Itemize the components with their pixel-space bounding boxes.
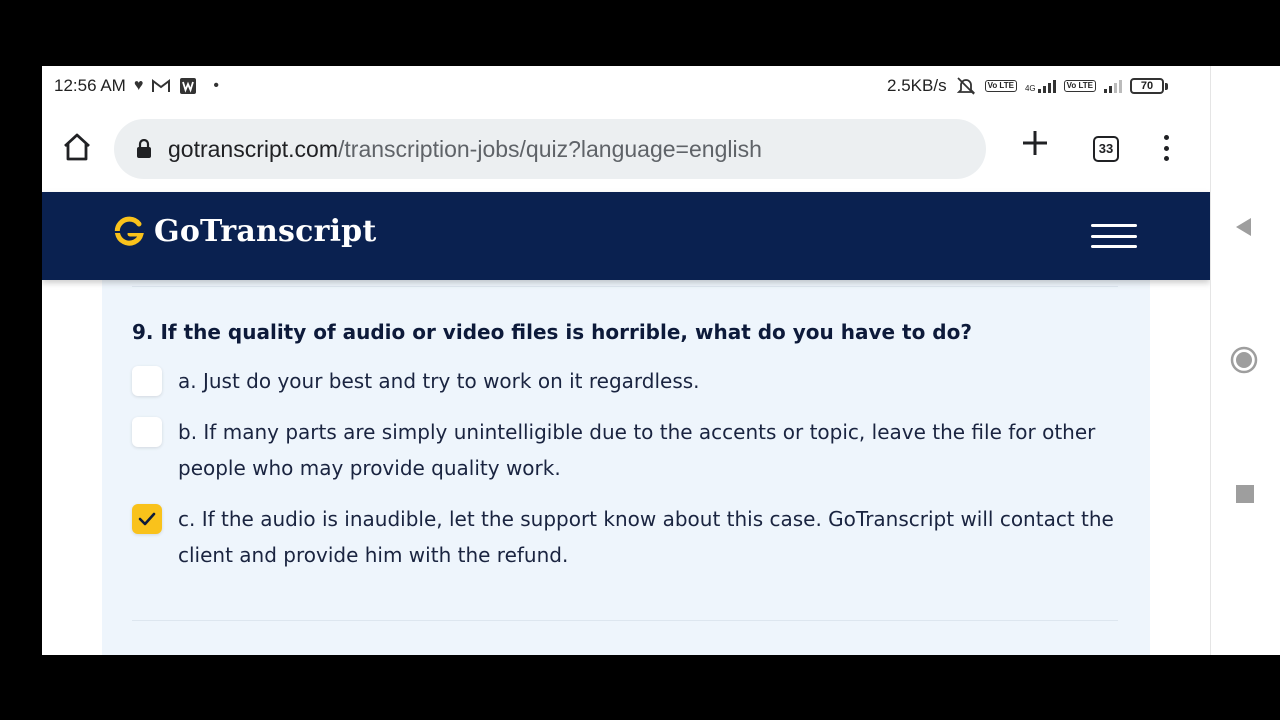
status-time: 12:56 AM xyxy=(54,76,126,95)
url-host: gotranscript.com xyxy=(168,135,339,162)
recents-square-icon[interactable] xyxy=(1236,485,1254,503)
signal-bars-2 xyxy=(1104,79,1122,93)
hamburger-menu-icon[interactable] xyxy=(1091,224,1137,248)
question-card: 9. If the quality of audio or video file… xyxy=(102,280,1150,655)
nav-bar-divider xyxy=(1210,66,1211,655)
gmail-icon xyxy=(152,79,171,92)
status-bar: 12:56 AM ♥ • 2.5KB/s Vo LTE 4G Vo LTE 70 xyxy=(42,66,1210,110)
home-icon[interactable] xyxy=(62,132,92,162)
checkbox-a[interactable] xyxy=(132,366,162,396)
option-text-c: c. If the audio is inaudible, let the su… xyxy=(178,507,1114,567)
back-icon[interactable] xyxy=(1233,216,1253,238)
answer-option-c[interactable]: c. If the audio is inaudible, let the su… xyxy=(132,504,1122,573)
browser-toolbar: gotranscript.com/transcription-jobs/quiz… xyxy=(42,110,1210,192)
signal-bars-1 xyxy=(1037,79,1056,93)
option-text-a: a. Just do your best and try to work on … xyxy=(178,369,700,393)
battery-icon: 70 xyxy=(1130,78,1168,94)
gotranscript-logo-icon xyxy=(114,216,145,246)
divider xyxy=(132,620,1118,621)
phone-screen: 12:56 AM ♥ • 2.5KB/s Vo LTE 4G Vo LTE 70 xyxy=(42,66,1210,655)
question-text: 9. If the quality of audio or video file… xyxy=(132,320,972,344)
net-speed: 2.5KB/s xyxy=(887,76,947,95)
answer-option-a[interactable]: a. Just do your best and try to work on … xyxy=(132,366,1122,399)
checkbox-c[interactable] xyxy=(132,504,162,534)
muted-bell-icon xyxy=(956,77,975,95)
answer-option-b[interactable]: b. If many parts are simply unintelligib… xyxy=(132,417,1122,486)
divider xyxy=(132,286,1118,287)
net-type: 4G xyxy=(1024,84,1036,93)
new-tab-plus-icon[interactable] xyxy=(1020,128,1050,158)
checkbox-b[interactable] xyxy=(132,417,162,447)
browser-menu-icon[interactable] xyxy=(1158,132,1174,164)
checkmark-icon xyxy=(138,512,156,526)
volte-badge-1: Vo LTE xyxy=(984,80,1017,92)
site-header: GoTranscript xyxy=(42,192,1210,280)
tab-switcher-button[interactable]: 33 xyxy=(1093,136,1119,162)
page-content: 9. If the quality of audio or video file… xyxy=(42,280,1210,655)
site-logo[interactable]: GoTranscript xyxy=(112,214,376,249)
address-bar[interactable]: gotranscript.com/transcription-jobs/quiz… xyxy=(114,119,986,179)
lock-icon xyxy=(137,139,151,158)
brand-name: GoTranscript xyxy=(154,214,377,249)
option-text-b: b. If many parts are simply unintelligib… xyxy=(178,420,1096,480)
dot-icon: • xyxy=(213,77,219,94)
heart-icon: ♥ xyxy=(133,77,144,94)
home-circle-icon[interactable] xyxy=(1230,346,1258,374)
w-app-icon xyxy=(180,78,197,94)
signal-1: 4G xyxy=(1025,79,1056,93)
battery-level: 70 xyxy=(1130,78,1164,94)
volte-badge-2: Vo LTE xyxy=(1063,80,1096,92)
url-path: /transcription-jobs/quiz?language=englis… xyxy=(338,135,762,162)
